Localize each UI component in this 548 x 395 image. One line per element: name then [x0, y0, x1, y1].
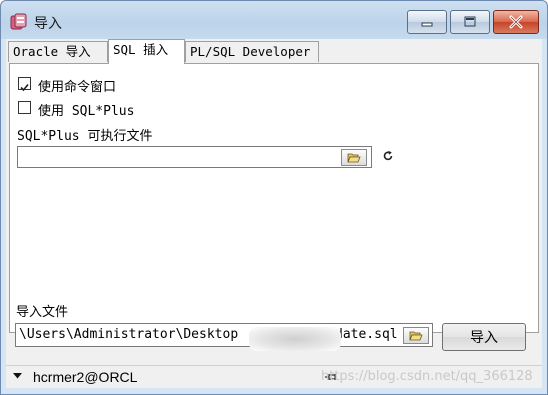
window-title: 导入 [34, 16, 62, 32]
use-sqlplus-label[interactable]: 使用 SQL*Plus [38, 100, 134, 119]
sql-insert-panel: 使用命令窗口 使用 SQL*Plus SQL*Plus 可执行文件 [9, 63, 539, 333]
sqlplus-browse-button[interactable] [341, 149, 367, 166]
redacted-region [249, 327, 341, 351]
connection-label[interactable]: hcrmer2@ORCL [33, 369, 137, 385]
close-icon [509, 15, 523, 29]
import-file-value-start: \Users\Administrator\Desktop [19, 327, 239, 342]
minimize-icon [421, 22, 433, 27]
import-button-label: 导入 [470, 330, 498, 346]
sqlplus-exec-label: SQL*Plus 可执行文件 [17, 129, 153, 144]
status-bar: hcrmer2@ORCL https://blog.csdn.net/qq_36… [6, 365, 542, 388]
tab-label: PL/SQL Developer [190, 44, 311, 59]
import-file-browse-button[interactable] [403, 327, 429, 344]
import-button[interactable]: 导入 [442, 323, 526, 351]
use-command-window-label[interactable]: 使用命令窗口 [38, 76, 116, 95]
folder-open-icon [409, 331, 423, 341]
minimize-button[interactable] [407, 10, 447, 34]
tab-plsql-developer[interactable]: PL/SQL Developer [185, 41, 319, 62]
sqlplus-exec-input[interactable] [17, 146, 372, 168]
tab-label: SQL 插入 [113, 42, 169, 57]
tab-sql-insert[interactable]: SQL 插入 [108, 39, 185, 64]
title-bar[interactable]: 导入 [1, 1, 547, 39]
import-file-input[interactable]: \Users\Administrator\Desktop date.sql [15, 323, 433, 347]
use-command-window-checkbox[interactable] [18, 77, 31, 92]
tab-oracle-import[interactable]: Oracle 导入 [8, 41, 108, 62]
maximize-icon [464, 16, 476, 27]
checkmark-icon [20, 83, 29, 92]
refresh-icon[interactable] [382, 150, 394, 162]
dropdown-arrow-icon[interactable] [13, 373, 22, 379]
maximize-button[interactable] [450, 10, 490, 34]
use-sqlplus-checkbox[interactable] [18, 101, 31, 114]
import-file-label: 导入文件 [16, 305, 69, 320]
app-icon [10, 13, 27, 30]
import-file-value-end: date.sql [335, 327, 398, 342]
watermark-text: https://blog.csdn.net/qq_366128 [321, 369, 533, 384]
folder-open-icon [347, 153, 361, 163]
import-window: 导入 Oracle 导入 SQL 插入 PL/SQL Developer 使用命… [0, 0, 548, 395]
close-button[interactable] [493, 10, 539, 34]
tab-label: Oracle 导入 [13, 44, 91, 59]
client-area: Oracle 导入 SQL 插入 PL/SQL Developer 使用命令窗口… [6, 39, 542, 387]
